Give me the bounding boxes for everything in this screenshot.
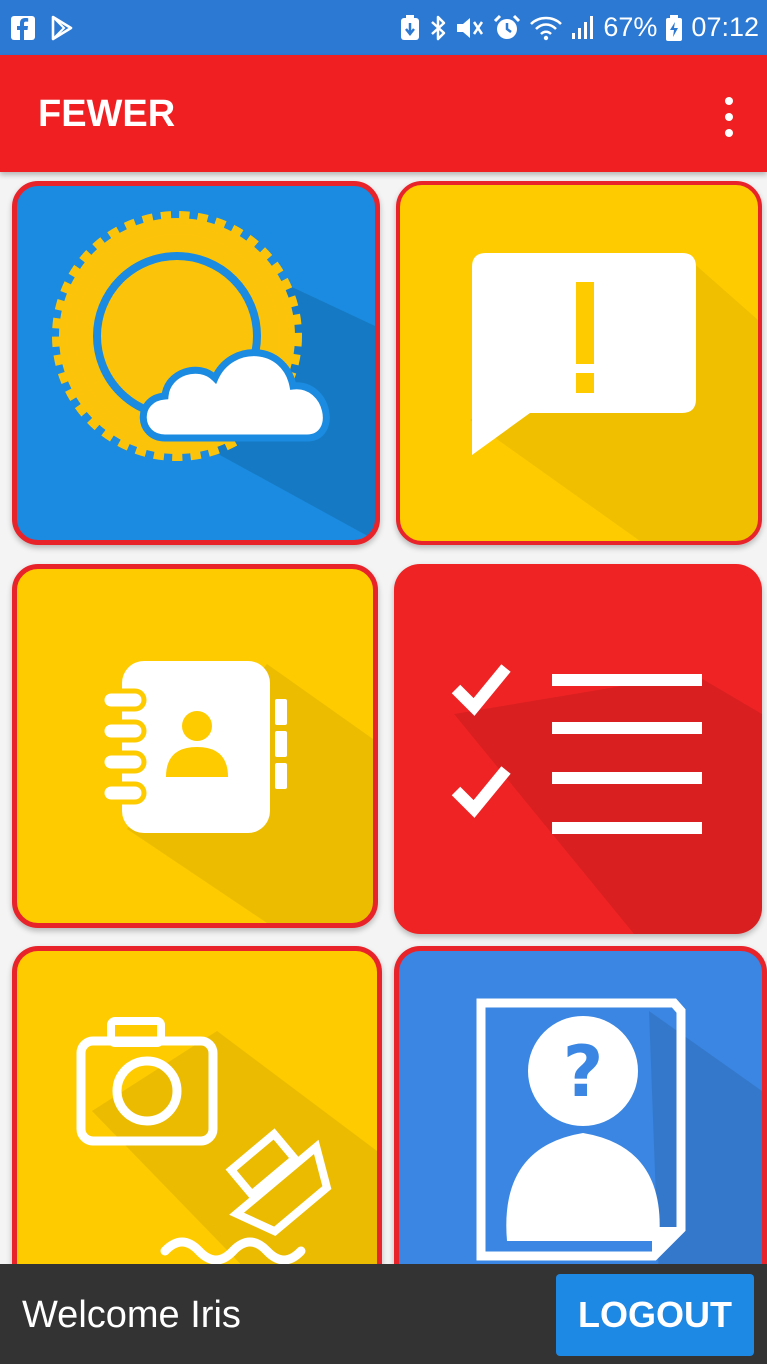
weather-icon (52, 211, 375, 540)
play-store-icon (50, 15, 74, 41)
missing-person-tile[interactable]: ? (394, 946, 767, 1276)
weather-tile[interactable] (12, 181, 380, 545)
status-time: 07:12 (691, 12, 759, 42)
mute-icon (455, 14, 485, 42)
welcome-text: Welcome Iris (22, 1294, 241, 1336)
contacts-tile[interactable] (12, 564, 378, 928)
battery-icon (665, 14, 683, 42)
battery-percent: 67% (603, 12, 658, 42)
checklist-icon (451, 664, 762, 934)
facebook-icon (10, 15, 36, 41)
app-bar: FEWER (0, 55, 767, 172)
bottom-bar: Welcome Iris LOGOUT (0, 1264, 767, 1364)
battery-saver-icon (399, 14, 421, 41)
svg-text:?: ? (563, 1031, 604, 1113)
checklist-tile[interactable] (394, 564, 762, 934)
contacts-book-icon (99, 661, 373, 923)
more-vert-icon[interactable] (719, 97, 739, 137)
status-bar: 67% 07:12 (0, 0, 767, 55)
app-title: FEWER (38, 93, 176, 135)
photo-report-tile[interactable] (12, 946, 382, 1276)
bluetooth-icon (429, 14, 447, 42)
photo-report-icon (76, 1017, 377, 1276)
wifi-icon (529, 15, 563, 41)
logout-button[interactable]: LOGOUT (556, 1274, 754, 1356)
alarm-icon (493, 14, 521, 42)
missing-person-icon: ? (476, 998, 762, 1276)
alert-message-icon (470, 253, 758, 541)
alert-tile[interactable] (396, 181, 762, 545)
signal-icon (571, 15, 595, 41)
